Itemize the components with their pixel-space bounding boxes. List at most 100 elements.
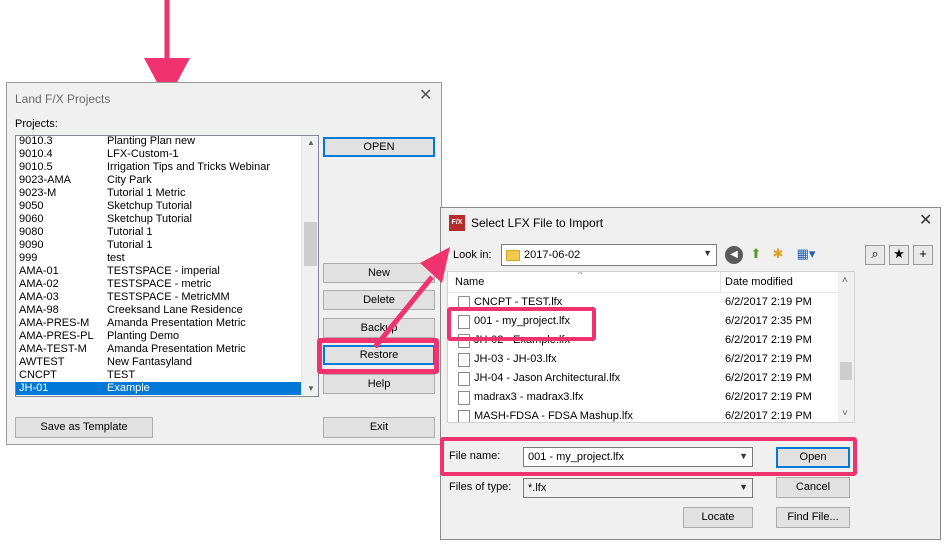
project-name: Tutorial 1 Metric: [107, 187, 186, 199]
file-date: 6/2/2017 2:19 PM: [725, 391, 812, 403]
file-row[interactable]: JH-03 - JH-03.lfx 6/2/2017 2:19 PM: [448, 350, 840, 368]
file-name: madrax3 - madrax3.lfx: [474, 391, 584, 403]
project-name: TESTSPACE - MetricMM: [107, 291, 230, 303]
project-id: 9010.4: [19, 148, 53, 160]
project-row[interactable]: JH-01 Example: [16, 382, 301, 395]
file-icon: [458, 410, 470, 422]
project-id: AMA-03: [19, 291, 59, 303]
project-id: 9010.3: [19, 135, 53, 147]
project-id: AMA-TEST-M: [19, 343, 87, 355]
project-row[interactable]: 9090 Tutorial 1: [16, 239, 301, 252]
file-icon: [458, 391, 470, 405]
project-row[interactable]: 9010.5 Irrigation Tips and Tricks Webinar: [16, 161, 301, 174]
file-row[interactable]: MASH-FDSA - FDSA Mashup.lfx 6/2/2017 2:19…: [448, 407, 840, 422]
projects-list[interactable]: 9010.3 Planting Plan new 9010.4 LFX-Custom-…: [15, 135, 319, 397]
exit-button[interactable]: Exit: [323, 417, 435, 438]
project-id: AMA-PRES-M: [19, 317, 90, 329]
project-name: Amanda Presentation Metric: [107, 317, 246, 329]
project-name: TESTSPACE - metric: [107, 278, 212, 290]
file-icon: [458, 372, 470, 386]
project-row[interactable]: AWTEST New Fantasyland: [16, 356, 301, 369]
look-in-combo[interactable]: 2017-06-02 ▼: [501, 244, 717, 266]
project-id: CNCPT: [19, 369, 57, 381]
project-id: 9090: [19, 239, 44, 251]
project-name: Example: [107, 382, 150, 394]
file-date: 6/2/2017 2:19 PM: [725, 353, 812, 365]
file-name: JH-04 - Jason Architectural.lfx: [474, 372, 621, 384]
project-row[interactable]: 9010.4 LFX-Custom-1: [16, 148, 301, 161]
view-menu-icon[interactable]: ▦▾: [793, 246, 819, 264]
search-icon[interactable]: ⌕: [865, 245, 885, 265]
file-row[interactable]: JH-04 - Jason Architectural.lfx 6/2/2017 …: [448, 369, 840, 387]
folder-icon: [506, 250, 520, 261]
project-row[interactable]: AMA-TEST-M Amanda Presentation Metric: [16, 343, 301, 356]
help-button[interactable]: Help: [323, 374, 435, 394]
project-name: Amanda Presentation Metric: [107, 343, 246, 355]
back-icon[interactable]: ◀: [725, 246, 743, 264]
project-name: New Fantasyland: [107, 356, 192, 368]
file-date: 6/2/2017 2:19 PM: [725, 372, 812, 384]
project-id: 9023-AMA: [19, 174, 71, 186]
scroll-down-icon[interactable]: ˅: [842, 408, 848, 419]
scroll-up-icon[interactable]: ▲: [307, 138, 315, 147]
add-folder-icon[interactable]: +: [913, 245, 933, 265]
project-row[interactable]: 9050 Sketchup Tutorial: [16, 200, 301, 213]
scroll-thumb[interactable]: [304, 222, 317, 266]
import-dialog-title: Select LFX File to Import: [471, 216, 604, 230]
project-row[interactable]: AMA-02 TESTSPACE - metric: [16, 278, 301, 291]
close-icon[interactable]: ✕: [919, 213, 932, 229]
project-name: TESTSPACE - imperial: [107, 265, 220, 277]
project-id: 9010.5: [19, 161, 53, 173]
project-row[interactable]: AMA-PRES-PL Planting Demo: [16, 330, 301, 343]
annotation-arrow-diagonal: [373, 247, 450, 349]
file-name: MASH-FDSA - FDSA Mashup.lfx: [474, 410, 633, 422]
column-divider: [720, 272, 721, 292]
project-row[interactable]: 9080 Tutorial 1: [16, 226, 301, 239]
fx-logo-icon: F/X: [449, 215, 465, 231]
find-file-button[interactable]: Find File...: [776, 507, 850, 528]
file-row[interactable]: madrax3 - madrax3.lfx 6/2/2017 2:19 PM: [448, 388, 840, 406]
scroll-thumb[interactable]: [840, 362, 852, 380]
scroll-up-icon[interactable]: ˄: [842, 275, 848, 286]
project-row[interactable]: AMA-03 TESTSPACE - MetricMM: [16, 291, 301, 304]
open-project-button[interactable]: OPEN: [323, 137, 435, 157]
chevron-down-icon: ▼: [703, 248, 712, 258]
favorite-folder-icon[interactable]: ★: [889, 245, 909, 265]
project-row[interactable]: 9023-M Tutorial 1 Metric: [16, 187, 301, 200]
project-id: AMA-PRES-PL: [19, 330, 94, 342]
scroll-down-icon[interactable]: ▼: [307, 384, 315, 393]
project-name: Planting Plan new: [107, 135, 196, 147]
sort-caret-icon: ^: [578, 271, 583, 279]
save-as-template-button[interactable]: Save as Template: [15, 417, 153, 438]
files-of-type-select[interactable]: *.lfx ▼: [523, 478, 753, 498]
project-row[interactable]: 9023-AMA City Park: [16, 174, 301, 187]
project-row[interactable]: CNCPT TEST: [16, 369, 301, 382]
file-list-scrollbar[interactable]: ˄ ˅: [838, 272, 854, 422]
project-row[interactable]: AMA-01 TESTSPACE - imperial: [16, 265, 301, 278]
column-date-header[interactable]: Date modified: [725, 276, 793, 288]
import-dialog: F/X Select LFX File to Import ✕ Look in:…: [440, 207, 941, 540]
project-name: test: [107, 252, 125, 264]
new-folder-icon[interactable]: ✱: [769, 246, 787, 264]
project-id: AMA-01: [19, 265, 59, 277]
close-icon[interactable]: ✕: [419, 88, 432, 104]
project-id: 999: [19, 252, 38, 264]
projects-scrollbar[interactable]: ▲ ▼: [301, 136, 318, 396]
project-id: AMA-02: [19, 278, 59, 290]
project-name: LFX-Custom-1: [107, 148, 179, 160]
project-row[interactable]: 9010.3 Planting Plan new: [16, 135, 301, 148]
file-date: 6/2/2017 2:19 PM: [725, 410, 812, 422]
file-list[interactable]: ^ Name Date modified CNCPT - TEST.lfx 6/2…: [447, 271, 855, 423]
project-name: Tutorial 1: [107, 226, 153, 238]
locate-button[interactable]: Locate: [683, 507, 753, 528]
project-id: AWTEST: [19, 356, 65, 368]
cancel-button[interactable]: Cancel: [776, 477, 850, 498]
file-name-highlight: [440, 437, 857, 476]
project-row[interactable]: AMA-PRES-M Amanda Presentation Metric: [16, 317, 301, 330]
chevron-down-icon: ▼: [739, 482, 748, 492]
up-folder-icon[interactable]: ⬆: [747, 246, 765, 264]
project-row[interactable]: AMA-98 Creeksand Lane Residence: [16, 304, 301, 317]
project-row[interactable]: 9060 Sketchup Tutorial: [16, 213, 301, 226]
project-name: Planting Demo: [107, 330, 180, 342]
project-row[interactable]: 999 test: [16, 252, 301, 265]
